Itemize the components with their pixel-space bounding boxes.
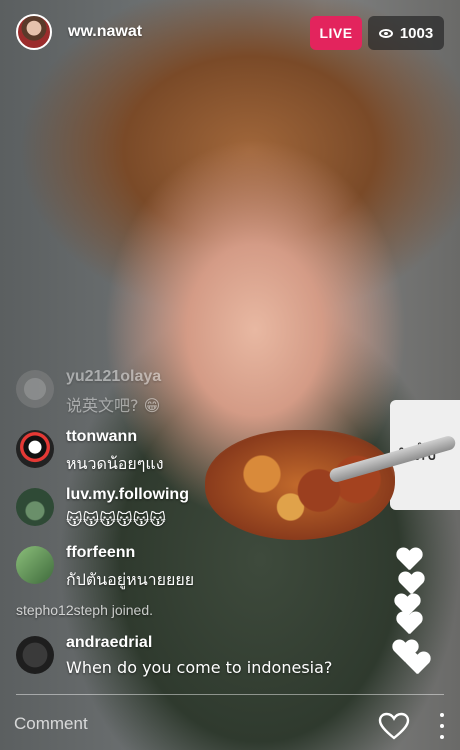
comment-text: 😽😽😽😽😽😽	[66, 510, 167, 529]
host-username[interactable]: ww.nawat	[68, 23, 142, 41]
commenter-username[interactable]: andraedrial	[66, 634, 152, 652]
like-button[interactable]	[378, 712, 410, 740]
comment-item: ttonwann หนวดน้อยๆแง	[0, 422, 380, 476]
comment-text: หนวดน้อยๆแง	[66, 454, 164, 473]
heart-icon	[396, 612, 422, 636]
commenter-avatar[interactable]	[16, 370, 54, 408]
heart-icon	[396, 548, 422, 572]
live-label: LIVE	[319, 25, 353, 41]
commenter-username[interactable]: fforfeenn	[66, 544, 135, 562]
viewer-count-badge[interactable]: 1003	[368, 16, 444, 50]
live-video-stage: มลัง ww.nawat LIVE 1003 yu2121olaya 说英文吧…	[0, 0, 460, 750]
commenter-avatar[interactable]	[16, 636, 54, 674]
commenter-username[interactable]: luv.my.following	[66, 486, 189, 504]
commenter-username[interactable]: ttonwann	[66, 428, 137, 446]
comment-item: yu2121olaya 说英文吧? 😁	[0, 362, 380, 416]
heart-icon	[404, 652, 430, 676]
host-avatar[interactable]	[16, 14, 52, 50]
floating-hearts	[380, 540, 440, 680]
eye-icon	[378, 28, 393, 38]
comment-item: andraedrial When do you come to indonesi…	[0, 628, 380, 682]
comment-text: 说英文吧? 😁	[66, 396, 161, 415]
composer-divider	[16, 694, 444, 695]
comment-item: luv.my.following 😽😽😽😽😽😽	[0, 480, 380, 534]
join-notification: stepho12steph joined.	[16, 602, 153, 618]
comment-input[interactable]	[14, 708, 354, 740]
comment-item: fforfeenn กัปตันอยู่หนายยยย	[0, 538, 380, 592]
commenter-avatar[interactable]	[16, 546, 54, 584]
live-header: ww.nawat LIVE 1003	[0, 0, 460, 66]
commenter-avatar[interactable]	[16, 430, 54, 468]
live-badge: LIVE	[310, 16, 362, 50]
commenter-avatar[interactable]	[16, 488, 54, 526]
comment-text: When do you come to indonesia?	[66, 658, 333, 677]
more-options-icon	[440, 713, 444, 718]
viewer-count: 1003	[399, 24, 434, 42]
more-options-button[interactable]	[432, 710, 452, 742]
heart-outline-icon	[378, 712, 410, 740]
comment-text: กัปตันอยู่หนายยยย	[66, 570, 195, 589]
commenter-username[interactable]: yu2121olaya	[66, 368, 161, 386]
